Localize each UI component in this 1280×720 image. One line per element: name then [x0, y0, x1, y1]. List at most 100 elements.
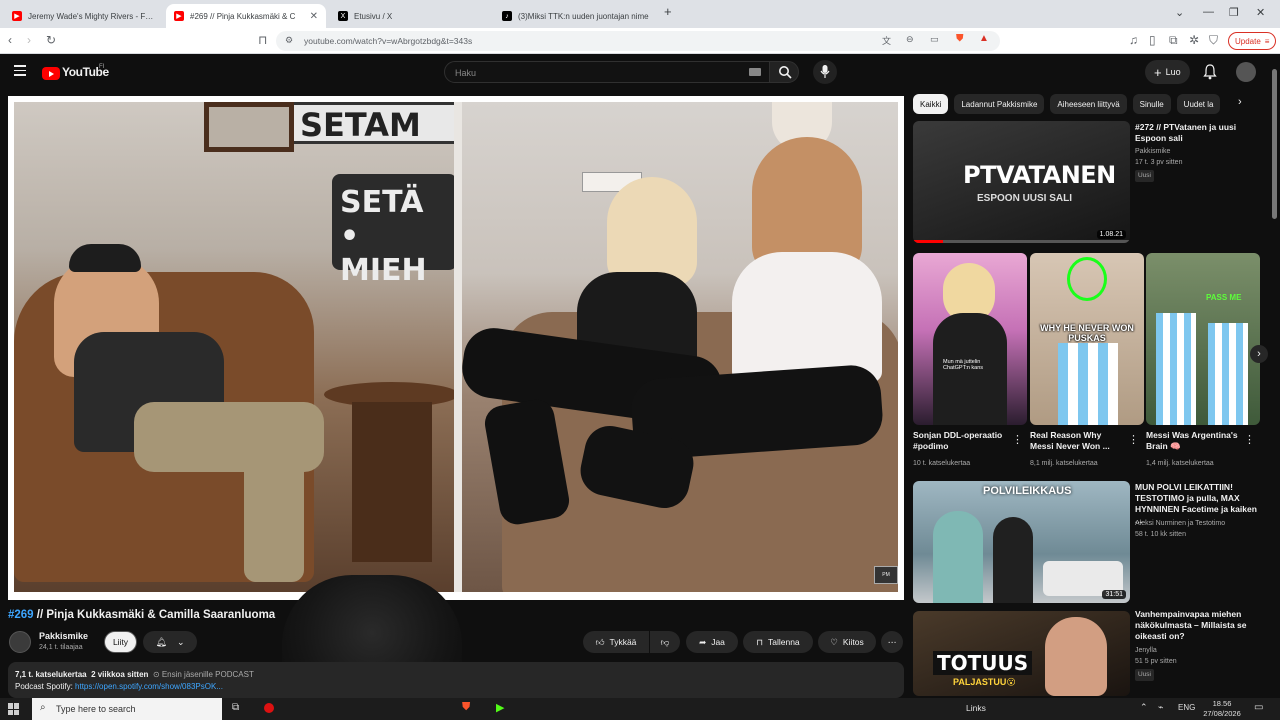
- scrollbar-thumb[interactable]: [1272, 69, 1277, 219]
- related-video-title[interactable]: Vanhempainvapaa miehen näkökulmasta – Mi…: [1135, 609, 1257, 642]
- channel-name[interactable]: Pakkismike: [39, 631, 88, 641]
- shorts-next-icon[interactable]: ›: [1250, 345, 1268, 363]
- language-indicator[interactable]: ENG: [1178, 703, 1195, 712]
- update-button[interactable]: Update ≡: [1228, 32, 1277, 50]
- windows-start-icon[interactable]: [8, 703, 20, 715]
- save-button[interactable]: ⊓ Tallenna: [743, 631, 813, 653]
- browser-tab[interactable]: X Etusivu / X: [330, 4, 490, 28]
- close-window-icon[interactable]: ✕: [1256, 6, 1265, 19]
- short-thumbnail[interactable]: Mun mä juttelin ChatGPT:n kans: [913, 253, 1027, 425]
- zoom-icon[interactable]: ⊖: [906, 34, 914, 45]
- browser-tab-active[interactable]: ▶ #269 // Pinja Kukkasmäki & C ✕: [166, 4, 326, 28]
- video-hashtag[interactable]: #269: [8, 609, 34, 621]
- task-view-icon[interactable]: ⧉: [232, 702, 239, 713]
- region-code: FI: [99, 64, 105, 70]
- url-text[interactable]: youtube.com/watch?v=wAbrgotzbdg&t=343s: [304, 36, 472, 46]
- brave-browser-icon[interactable]: ⛊: [462, 701, 470, 714]
- more-actions-button[interactable]: ⋯: [881, 631, 903, 653]
- subscribed-notifications-button[interactable]: 🔔︎ ⌄: [143, 631, 197, 653]
- close-tab-icon[interactable]: ✕: [310, 11, 318, 22]
- related-video-title[interactable]: #272 // PTVatanen ja uusi Espoon sali: [1135, 122, 1255, 144]
- voice-search-button[interactable]: [813, 60, 837, 84]
- more-vertical-icon[interactable]: ⋮: [1012, 433, 1023, 446]
- subscriber-count: 24,1 t. tilaajaa: [39, 644, 83, 651]
- chip-uploaded-by[interactable]: Ladannut Pakkismike: [954, 94, 1045, 114]
- network-icon[interactable]: ⌁: [1158, 702, 1163, 713]
- related-video-thumbnail[interactable]: PTVATANEN ESPOON UUSI SALI 1.08.21: [913, 121, 1130, 243]
- search-input[interactable]: [455, 66, 735, 80]
- search-button[interactable]: [769, 61, 799, 83]
- more-vertical-icon[interactable]: ⋮: [1244, 433, 1255, 446]
- media-icon[interactable]: ♫: [1129, 33, 1138, 47]
- chip-all[interactable]: Kaikki: [913, 94, 949, 114]
- new-tab-icon[interactable]: +: [664, 4, 672, 19]
- forward-icon[interactable]: ›: [27, 33, 31, 47]
- minimize-icon[interactable]: —: [1203, 6, 1214, 18]
- notification-center-icon[interactable]: ▭: [1254, 702, 1263, 713]
- address-bar[interactable]: ⚙ youtube.com/watch?v=wAbrgotzbdg&t=343s…: [276, 31, 1000, 51]
- hamburger-menu-icon[interactable]: [14, 65, 26, 76]
- sign-main: SETÄ • MIEH: [332, 174, 454, 288]
- thanks-button[interactable]: ♡ Kiitos: [818, 631, 876, 653]
- page-scrollbar[interactable]: [1268, 55, 1280, 698]
- reload-icon[interactable]: ↻: [46, 33, 56, 47]
- related-video-meta: 58 t. 10 kk sitten: [1135, 531, 1186, 538]
- related-video-channel[interactable]: Jenylla: [1135, 646, 1157, 656]
- short-title[interactable]: Messi Was Argentina's Brain 🧠: [1146, 430, 1238, 452]
- extensions-icon[interactable]: ⧉: [1169, 33, 1178, 48]
- short-title[interactable]: Sonjan DDL-operaatio #podimo: [913, 430, 1009, 452]
- description-box[interactable]: 7,1 t. katselukertaa 2 viikkoa sitten ⊙ …: [8, 662, 904, 698]
- bell-icon: 🔔︎: [155, 636, 167, 647]
- brave-shield-icon[interactable]: ⛊: [956, 33, 964, 44]
- youtube-masthead: YouTube FI + Luo: [0, 55, 1268, 91]
- like-button[interactable]: 👍︎ Tykkää: [583, 631, 649, 653]
- kick-app-icon[interactable]: ▶: [496, 701, 504, 714]
- browser-tab[interactable]: ♪ (3)Miksi TTK:n uuden juontajan nime: [494, 4, 658, 28]
- chip-recent[interactable]: Uudet la: [1176, 94, 1221, 114]
- bookmark-icon[interactable]: ⊓: [258, 33, 267, 47]
- chevron-right-icon[interactable]: ›: [1238, 96, 1242, 108]
- create-button[interactable]: + Luo: [1145, 60, 1190, 84]
- related-video-thumbnail[interactable]: POLVILEIKKAUS 31:51: [913, 481, 1130, 603]
- related-video-channel[interactable]: Aleksi Nurminen ja Testotimo: [1135, 519, 1225, 529]
- video-player[interactable]: SETAM SETÄ • MIEH PM: [8, 96, 904, 600]
- more-vertical-icon[interactable]: ⋮: [1128, 433, 1139, 446]
- related-video-thumbnail[interactable]: TOTUUS PALJASTUU😮: [913, 611, 1130, 696]
- short-title[interactable]: Real Reason Why Messi Never Won ...: [1030, 430, 1122, 452]
- more-horizontal-icon: ⋯: [887, 636, 897, 647]
- youtube-logo-icon[interactable]: [42, 67, 60, 80]
- dislike-button[interactable]: 👎︎: [650, 631, 680, 653]
- browser-tab[interactable]: ▶ Jeremy Wade's Mighty Rivers - Full E: [4, 4, 164, 28]
- brave-rewards-icon[interactable]: ▲: [979, 33, 989, 44]
- search-icon: [779, 66, 792, 79]
- account-avatar[interactable]: [1236, 62, 1256, 82]
- translate-icon[interactable]: 文: [882, 34, 891, 47]
- puzzle-icon[interactable]: ✲: [1189, 33, 1199, 47]
- members-first-icon: ⊙: [152, 670, 160, 679]
- tab-search-icon[interactable]: ⌄: [1175, 6, 1184, 19]
- short-thumbnail[interactable]: WHY HE NEVER WON PUSKAS: [1030, 253, 1144, 425]
- sidebar-icon[interactable]: ▯: [1149, 33, 1156, 47]
- show-hidden-icons-icon[interactable]: ⌃: [1140, 702, 1148, 713]
- short-views: 1,4 milj. katselukertaa: [1146, 460, 1214, 467]
- share-button[interactable]: ➦ Jaa: [686, 631, 738, 653]
- join-button[interactable]: Liity: [104, 631, 137, 653]
- links-toolbar[interactable]: Links: [966, 703, 986, 713]
- short-thumbnail[interactable]: PASS ME: [1146, 253, 1260, 425]
- taskbar-search-box[interactable]: ⌕ Type here to search: [32, 698, 222, 720]
- chip-related[interactable]: Aiheeseen liittyvä: [1050, 94, 1127, 114]
- cast-icon[interactable]: ▭: [930, 34, 939, 45]
- channel-watermark-logo[interactable]: PM: [874, 566, 898, 584]
- app-icon[interactable]: [264, 703, 274, 713]
- related-video-channel[interactable]: Pakkismike: [1135, 147, 1170, 157]
- channel-avatar[interactable]: [9, 631, 31, 653]
- wallet-icon[interactable]: ⛉: [1209, 33, 1218, 48]
- back-icon[interactable]: ‹: [8, 33, 12, 47]
- notifications-bell-icon[interactable]: [1203, 64, 1217, 80]
- keyboard-icon[interactable]: [749, 68, 761, 76]
- clock[interactable]: 18.56 27/08/2026: [1202, 699, 1242, 719]
- chip-for-you[interactable]: Sinulle: [1132, 94, 1171, 114]
- spotify-link[interactable]: https://open.spotify.com/show/083PsOK...: [75, 682, 223, 691]
- site-info-icon[interactable]: ⚙: [285, 35, 293, 46]
- maximize-icon[interactable]: ❐: [1229, 6, 1239, 19]
